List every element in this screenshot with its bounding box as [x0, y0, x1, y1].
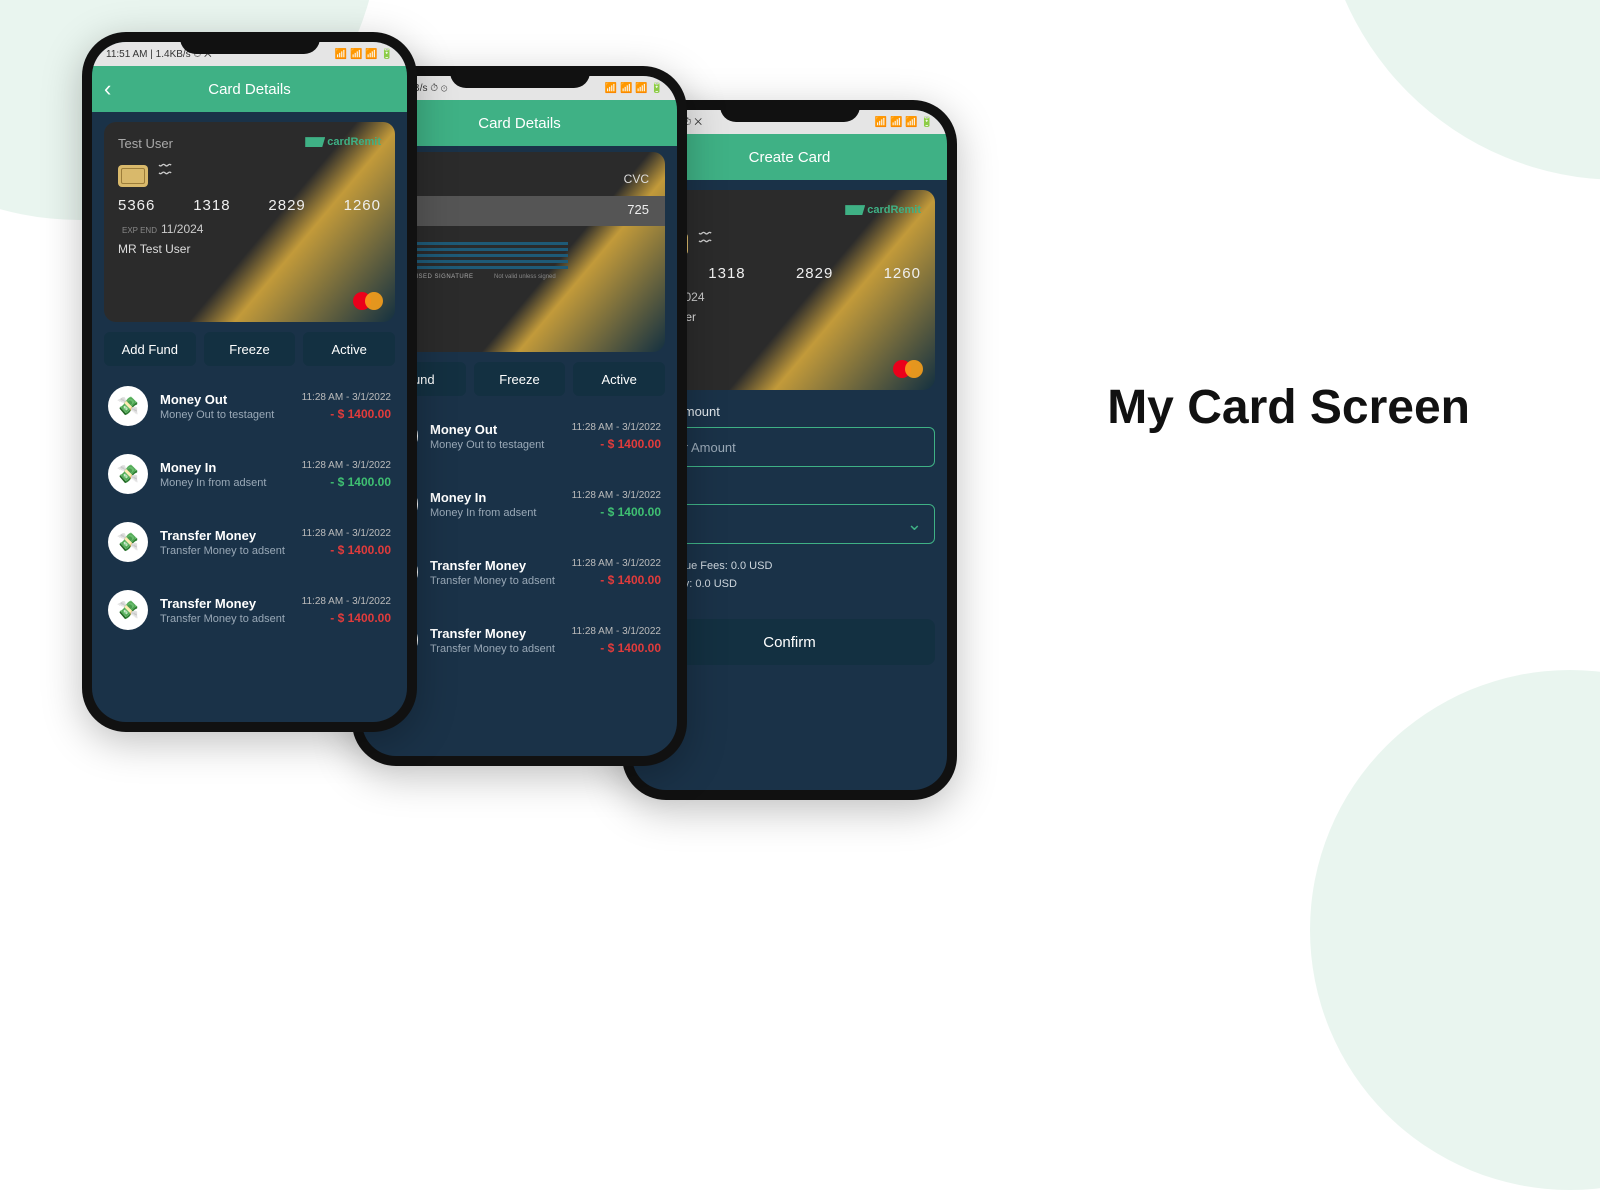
amount-input[interactable]: Enter Amount	[644, 427, 935, 467]
active-button[interactable]: Active	[303, 332, 395, 366]
freeze-button[interactable]: Freeze	[204, 332, 296, 366]
chip-icon	[118, 165, 148, 187]
card-expiry: 11/2024	[658, 290, 921, 304]
cvc-label: CVC	[624, 172, 649, 186]
virtual-card-back: CVC 725 AUTHORISED SIGNATURE Not valid u…	[374, 152, 665, 352]
phone-card-details: 11:51 AM | 1.4KB/s ⏱ ✕ 📶 📶 📶 🔋 ‹ Card De…	[82, 32, 417, 732]
amount-label: Card Amount	[644, 404, 935, 419]
nfc-icon: ⌇⌇	[154, 161, 174, 177]
list-item[interactable]: 💸 Money InMoney In from adsent 11:28 AM …	[104, 440, 395, 508]
list-item[interactable]: 💸 Money OutMoney Out to testagent 11:28 …	[104, 372, 395, 440]
mastercard-icon	[353, 292, 383, 312]
card-holder: MR Test User	[118, 242, 381, 256]
add-fund-button[interactable]: Add Fund	[104, 332, 196, 366]
list-item[interactable]: 💸 Transfer MoneyTransfer Money to adsent…	[374, 606, 665, 674]
action-row: Fund Freeze Active	[374, 362, 665, 396]
status-bar: 11:51 AM | 1.4KB/s ⏱ ✕ 📶 📶 📶 🔋	[92, 42, 407, 66]
status-right-icons: 📶 📶 📶 🔋	[605, 83, 663, 94]
app-bar-title: Create Card	[749, 149, 831, 166]
virtual-card: cardRemit ser ⌇⌇ 131828291260 11/2024 st…	[644, 190, 935, 390]
cvc-value: 725	[627, 202, 649, 217]
confirm-button[interactable]: Confirm	[644, 619, 935, 665]
chevron-down-icon: ⌄	[907, 514, 922, 535]
app-bar: ‹ Card Details	[92, 66, 407, 112]
tx-avatar-icon: 💸	[108, 386, 148, 426]
nfc-icon: ⌇⌇	[694, 229, 714, 245]
not-valid-label: Not valid unless signed	[494, 274, 556, 280]
status-right-icons: 📶 📶 📶 🔋	[335, 49, 393, 60]
card-expiry: EXP END11/2024	[118, 222, 381, 236]
card-number: 131828291260	[658, 265, 921, 282]
fee-info: Card Issue Fees: 0.0 USD Total Pay: 0.0 …	[644, 558, 935, 593]
mag-stripe: 725	[374, 196, 665, 226]
tx-avatar-icon: 💸	[108, 454, 148, 494]
tx-avatar-icon: 💸	[108, 590, 148, 630]
action-row: Add Fund Freeze Active	[104, 332, 395, 366]
status-right-icons: 📶 📶 📶 🔋	[875, 117, 933, 128]
bg-blob	[1310, 670, 1600, 1190]
page-title: My Card Screen	[1107, 380, 1470, 435]
app-bar-title: Card Details	[478, 115, 561, 132]
back-icon[interactable]: ‹	[104, 78, 111, 100]
status-left: 11:51 AM | 1.4KB/s ⏱ ✕	[106, 49, 212, 60]
card-brand: cardRemit	[305, 136, 381, 148]
card-number: 5366131828291260	[118, 197, 381, 214]
wallet-select[interactable]: USD ⌄	[644, 504, 935, 544]
card-holder: st User	[658, 310, 921, 324]
list-item[interactable]: 💸 Money InMoney In from adsent 11:28 AM …	[374, 470, 665, 538]
freeze-button[interactable]: Freeze	[474, 362, 566, 396]
wallet-label: Wallet	[644, 481, 935, 496]
active-button[interactable]: Active	[573, 362, 665, 396]
list-item[interactable]: 💸 Transfer MoneyTransfer Money to adsent…	[104, 508, 395, 576]
mastercard-icon	[893, 360, 923, 380]
list-item[interactable]: 💸 Transfer MoneyTransfer Money to adsent…	[374, 538, 665, 606]
card-brand: cardRemit	[845, 204, 921, 216]
list-item[interactable]: 💸 Transfer MoneyTransfer Money to adsent…	[104, 576, 395, 644]
list-item[interactable]: 💸 Money OutMoney Out to testagent 11:28 …	[374, 402, 665, 470]
transaction-list: 💸 Money OutMoney Out to testagent 11:28 …	[374, 402, 665, 674]
bg-blob	[1320, 0, 1600, 180]
virtual-card: cardRemit Test User ⌇⌇ 5366131828291260 …	[104, 122, 395, 322]
tx-avatar-icon: 💸	[108, 522, 148, 562]
transaction-list: 💸 Money OutMoney Out to testagent 11:28 …	[104, 372, 395, 644]
app-bar-title: Card Details	[208, 81, 291, 98]
